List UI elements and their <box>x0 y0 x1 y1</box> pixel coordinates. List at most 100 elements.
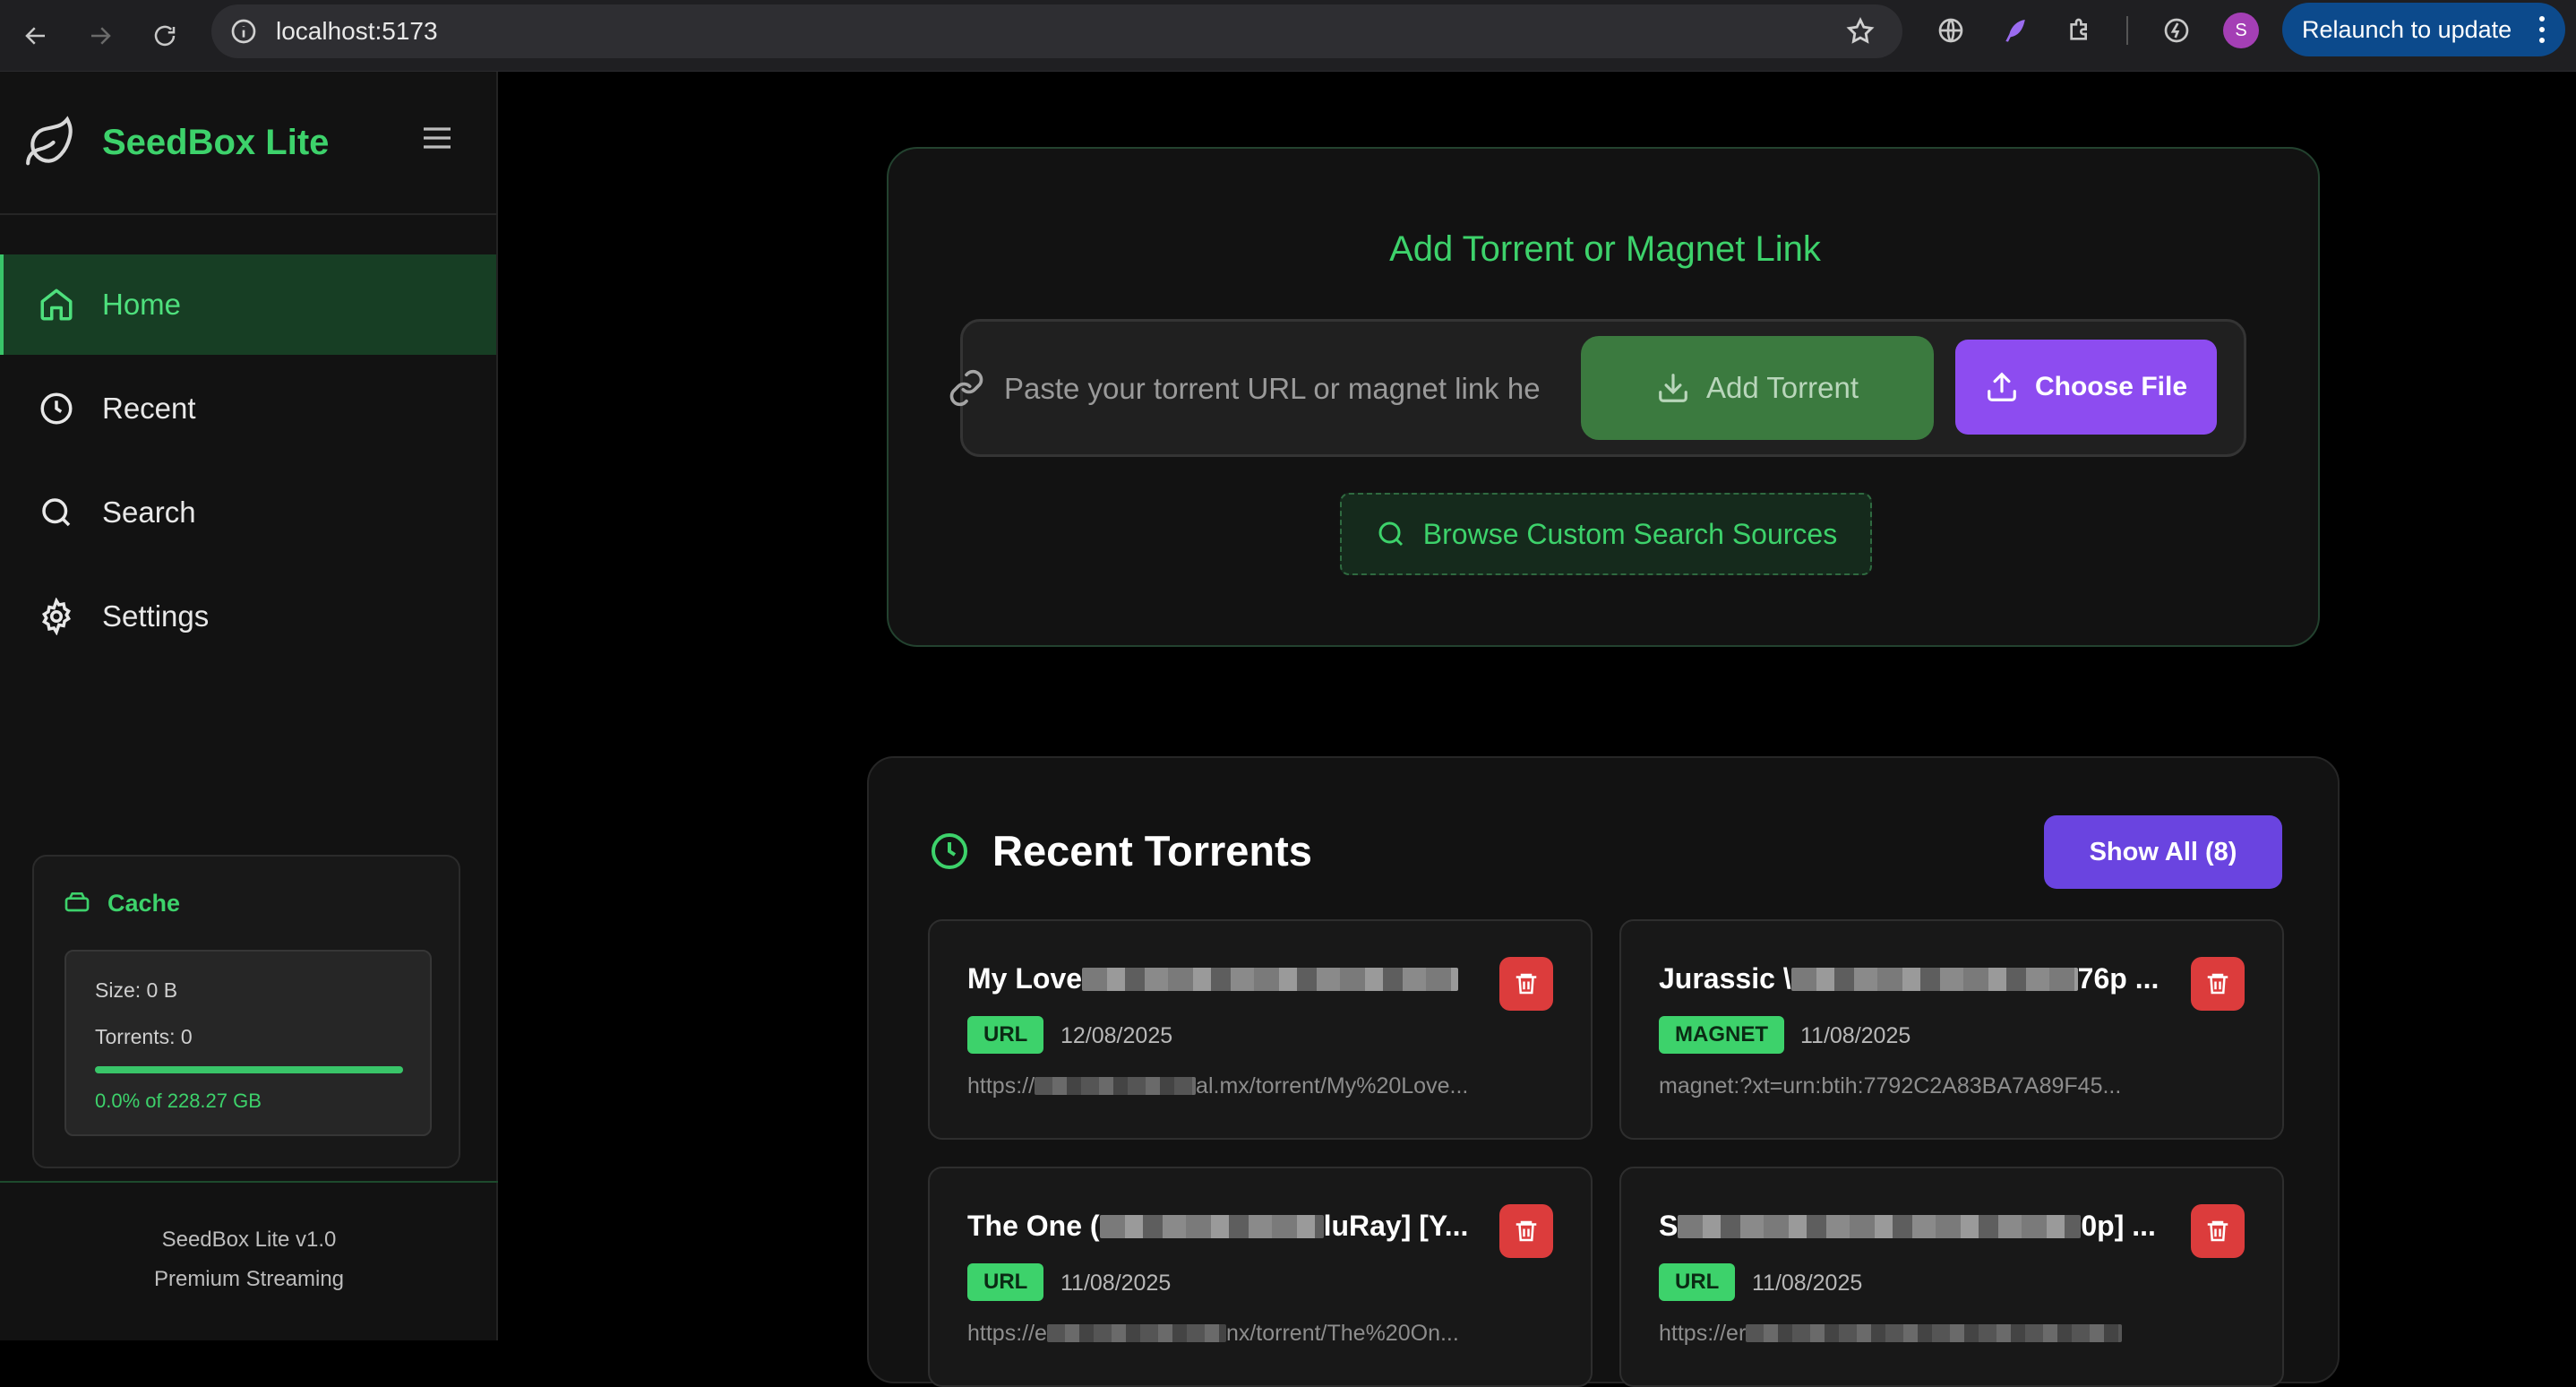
bookmark-star-icon[interactable] <box>1845 16 1876 47</box>
torrent-url-suffix: nx/torrent/The%20On... <box>1225 1321 1459 1346</box>
hard-drive-icon <box>64 892 90 912</box>
cache-title-label: Cache <box>107 889 181 917</box>
reload-icon[interactable] <box>138 9 192 63</box>
redacted-text <box>1746 1324 2123 1342</box>
site-info-icon[interactable] <box>229 17 258 46</box>
recent-torrents-title: Recent Torrents <box>992 827 1312 874</box>
relaunch-button[interactable]: Relaunch to update <box>2282 3 2565 56</box>
redacted-text <box>1678 1215 2082 1238</box>
cache-title: Cache <box>63 889 180 917</box>
profile-avatar[interactable]: S <box>2223 13 2259 48</box>
redacted-text <box>1035 1077 1197 1095</box>
torrent-name-suffix: 76p ... <box>2077 962 2160 995</box>
torrent-name-suffix: 0p] ... <box>2081 1210 2156 1242</box>
leaf-logo-icon <box>26 116 73 166</box>
torrent-date: 11/08/2025 <box>1060 1271 1172 1296</box>
delete-button[interactable] <box>2191 957 2245 1011</box>
sidebar-nav: Home Recent Search Settings <box>0 254 496 670</box>
cache-panel: Cache Size: 0 B Torrents: 0 0.0% of 228.… <box>32 855 460 1168</box>
delete-button[interactable] <box>1499 1204 1553 1258</box>
trash-icon <box>2207 1220 2228 1242</box>
recent-torrents-header: Recent Torrents <box>928 826 1312 875</box>
brand[interactable]: SeedBox Lite <box>23 111 329 174</box>
redacted-text <box>1099 1215 1324 1238</box>
clock-icon <box>40 392 73 425</box>
performance-icon[interactable] <box>2159 13 2194 48</box>
address-bar[interactable]: localhost:5173 <box>211 4 1902 58</box>
sidebar-divider <box>0 213 498 215</box>
back-icon[interactable] <box>9 9 63 63</box>
trash-icon <box>1516 973 1537 995</box>
redacted-text <box>1082 968 1459 991</box>
brand-name: SeedBox Lite <box>102 122 330 162</box>
feather-extension-icon[interactable] <box>1997 13 2033 48</box>
torrent-name-prefix: My Love <box>967 962 1083 995</box>
add-torrent-form: Add Torrent Choose File <box>949 319 2246 457</box>
forward-icon[interactable] <box>73 9 127 63</box>
add-torrent-title: Add Torrent or Magnet Link <box>1389 229 1821 269</box>
torrent-url-input[interactable] <box>1004 358 1541 420</box>
link-icon <box>949 369 983 407</box>
torrent-type-badge: MAGNET <box>1659 1016 1784 1054</box>
cache-size: Size: 0 B <box>95 978 178 1002</box>
globe-extension-icon[interactable] <box>1933 13 1969 48</box>
torrent-url: https://er <box>1659 1321 2250 1347</box>
sidebar-item-settings[interactable]: Settings <box>0 566 496 667</box>
delete-button[interactable] <box>1499 957 1553 1011</box>
sidebar-item-label: Settings <box>102 599 210 633</box>
torrent-url-suffix: al.mx/torrent/My%20Love... <box>1196 1073 1469 1098</box>
torrent-card[interactable]: The One (luRay] [Y... URL 11/08/2025 htt… <box>928 1167 1593 1387</box>
hamburger-menu-icon[interactable] <box>419 120 455 156</box>
trash-icon <box>1516 1220 1537 1242</box>
choose-file-button[interactable]: Choose File <box>1955 340 2217 435</box>
torrent-url: https://e nx/torrent/The%20On... <box>967 1321 1558 1347</box>
torrent-url: magnet:?xt=urn:btih:7792C2A83BA7A89F45..… <box>1659 1073 2250 1099</box>
torrent-name: Jurassic \ 76p ... <box>1659 962 2178 995</box>
add-torrent-button[interactable]: Add Torrent <box>1581 336 1934 440</box>
cache-usage-text: 0.0% of 228.27 GB <box>95 1090 262 1112</box>
gear-icon <box>41 598 72 635</box>
torrent-card[interactable]: S 0p] ... URL 11/08/2025 https://er <box>1619 1167 2284 1387</box>
torrent-card[interactable]: My Love URL 12/08/2025 https:// al.mx/tor… <box>928 919 1593 1140</box>
browse-sources-button[interactable]: Browse Custom Search Sources <box>1340 493 1872 575</box>
torrent-name-suffix: luRay] [Y... <box>1323 1210 1469 1242</box>
puzzle-extensions-icon[interactable] <box>2062 13 2098 48</box>
torrent-url-prefix: magnet:?xt=urn:btih:7792C2A83BA7A89F45..… <box>1659 1073 2122 1098</box>
torrent-url-prefix: https://e <box>967 1321 1047 1346</box>
more-vertical-icon <box>2539 16 2545 43</box>
upload-icon <box>1988 372 2016 401</box>
torrent-name-prefix: The One ( <box>967 1210 1100 1242</box>
search-icon <box>42 498 71 527</box>
recent-torrents-panel: Recent Torrents Show All (8) My Love URL… <box>867 756 2340 1387</box>
sidebar-item-recent[interactable]: Recent <box>0 358 496 459</box>
sidebar-item-search[interactable]: Search <box>0 462 496 563</box>
torrent-url-prefix: https://er <box>1659 1321 1747 1346</box>
torrent-type-badge: URL <box>967 1016 1044 1054</box>
show-all-button[interactable]: Show All (8) <box>2044 815 2282 889</box>
sidebar-item-home[interactable]: Home <box>0 254 496 355</box>
choose-file-label: Choose File <box>2034 372 2188 401</box>
main-content: Add Torrent or Magnet Link Add Torrent C… <box>498 72 2576 1387</box>
delete-button[interactable] <box>2191 1204 2245 1258</box>
torrent-url-prefix: https:// <box>967 1073 1035 1098</box>
sidebar-footer-divider <box>0 1181 498 1183</box>
redacted-text <box>1790 968 2078 991</box>
app-version: SeedBox Lite v1.0 <box>161 1228 337 1252</box>
torrent-date: 11/08/2025 <box>1800 1023 1911 1048</box>
browse-sources-label: Browse Custom Search Sources <box>1422 517 1838 550</box>
torrent-type-badge: URL <box>1659 1263 1736 1301</box>
torrent-name: The One ( luRay] [Y... <box>967 1210 1487 1243</box>
torrent-date: 11/08/2025 <box>1752 1271 1863 1296</box>
cache-torrents: Torrents: 0 <box>95 1025 193 1048</box>
torrent-url: https:// al.mx/torrent/My%20Love... <box>967 1073 1558 1099</box>
download-icon <box>1659 374 1687 402</box>
sidebar-item-label: Home <box>102 288 182 321</box>
relaunch-label: Relaunch to update <box>2302 15 2512 43</box>
browser-toolbar: localhost:5173 S Relaunch to update <box>0 0 2576 72</box>
sidebar-item-label: Recent <box>102 392 196 425</box>
home-icon <box>40 289 73 321</box>
cache-usage-fill <box>95 1066 403 1073</box>
address-url[interactable]: localhost:5173 <box>276 17 438 46</box>
sidebar: SeedBox Lite Home Recent Search Settings… <box>0 72 498 1340</box>
torrent-card[interactable]: Jurassic \ 76p ... MAGNET 11/08/2025 magn… <box>1619 919 2284 1140</box>
